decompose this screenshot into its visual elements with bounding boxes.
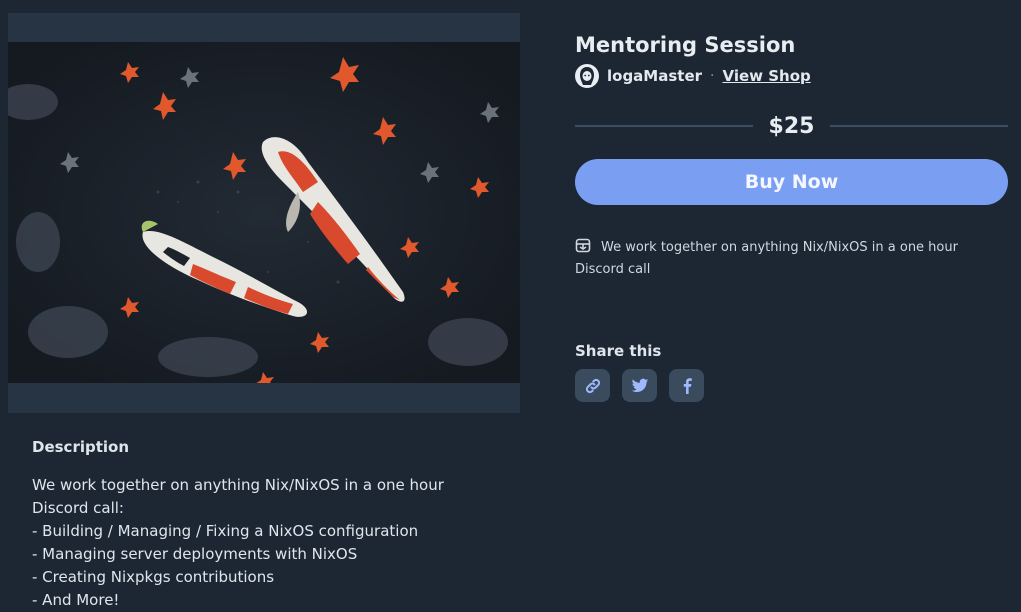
divider: [830, 125, 1008, 127]
product-summary: We work together on anything Nix/NixOS i…: [575, 238, 1008, 280]
summary-text: We work together on anything Nix/NixOS i…: [575, 240, 958, 277]
share-twitter-button[interactable]: [622, 369, 657, 402]
description-section: Description We work together on anything…: [32, 438, 502, 612]
description-line: - And More!: [32, 591, 120, 609]
product-image[interactable]: [8, 42, 520, 383]
description-heading: Description: [32, 438, 130, 456]
seller-row: logaMaster · View Shop: [575, 62, 1008, 90]
hooded-avatar-icon: [580, 67, 594, 85]
facebook-icon: [683, 377, 692, 394]
description-line: - Building / Managing / Fixing a NixOS c…: [32, 522, 419, 540]
buy-now-button[interactable]: Buy Now: [575, 159, 1008, 205]
product-media: [8, 13, 520, 413]
media-frame: [8, 13, 520, 413]
divider: [575, 125, 753, 127]
twitter-icon: [631, 378, 648, 392]
view-shop-link[interactable]: View Shop: [722, 67, 810, 85]
share-facebook-button[interactable]: [669, 369, 704, 402]
separator-dot: ·: [710, 68, 715, 84]
link-icon: [585, 378, 600, 393]
description-line: - Creating Nixpkgs contributions: [32, 568, 275, 586]
share-buttons: [575, 369, 1008, 402]
product-info: Mentoring Session logaMaster · View Shop…: [575, 30, 1008, 402]
price-row: $25: [575, 112, 1008, 140]
gift-box-icon: [575, 238, 591, 260]
koi-artwork: [8, 42, 520, 383]
description-line: We work together on anything Nix/NixOS i…: [32, 476, 444, 517]
share-heading: Share this: [575, 342, 662, 360]
copy-link-button[interactable]: [575, 369, 610, 402]
price-label: $25: [768, 113, 815, 139]
seller-name[interactable]: logaMaster: [607, 67, 702, 85]
product-title: Mentoring Session: [575, 33, 796, 57]
avatar[interactable]: [575, 64, 599, 88]
description-line: - Managing server deployments with NixOS: [32, 545, 358, 563]
